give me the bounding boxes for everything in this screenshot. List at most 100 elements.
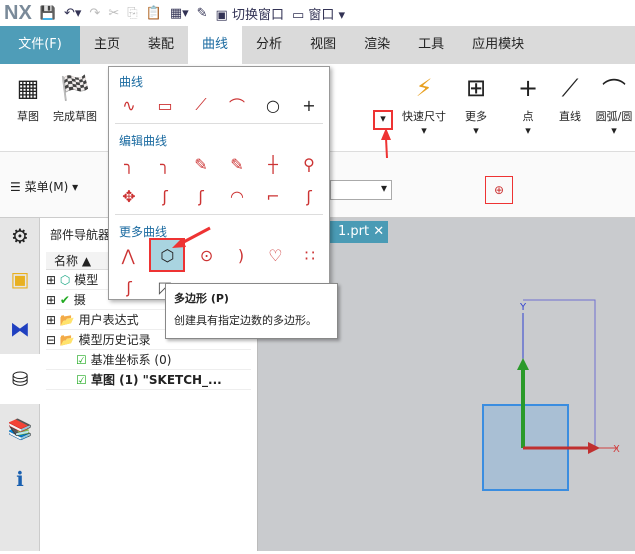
resize-chamfer-icon[interactable]: ⌐: [259, 182, 287, 210]
tab-tools[interactable]: 工具: [404, 26, 458, 64]
tab-applications[interactable]: 应用模块: [458, 26, 538, 64]
line-icon[interactable]: ⟋: [187, 91, 215, 119]
close-icon[interactable]: ✕: [373, 224, 384, 239]
arc-circle-button[interactable]: ⌒ 圆弧/圆 ▾: [592, 68, 635, 138]
x-axis-label: X: [613, 444, 620, 455]
tree-row[interactable]: ☑ 草图 (1) "SKETCH_...: [46, 370, 251, 390]
web-browser-icon[interactable]: ℹ: [0, 454, 40, 504]
y-axis-label: Y: [519, 302, 527, 313]
copy-icon[interactable]: ⎘: [127, 6, 137, 21]
menu-button[interactable]: ☰ 菜单(M) ▾: [10, 178, 78, 195]
circle-icon[interactable]: ○: [259, 91, 287, 119]
paste-icon[interactable]: 📋: [146, 6, 162, 21]
tab-file[interactable]: 文件(F): [0, 26, 80, 64]
tab-curve[interactable]: 曲线: [188, 26, 243, 64]
selection-filter-dropdown[interactable]: ▾: [330, 180, 392, 200]
more-button[interactable]: ⊞ 更多 ▾: [456, 68, 496, 137]
checkbox-checked-icon[interactable]: ☑: [76, 353, 87, 367]
quick-dimension-button[interactable]: ⚡ 快速尺寸 ▾: [398, 68, 450, 137]
more-icon: ⊞: [465, 74, 487, 102]
tab-home[interactable]: 主页: [80, 26, 134, 64]
section-edit-curve: 编辑曲线: [119, 134, 168, 148]
arc-label: 圆弧/圆: [595, 110, 633, 123]
more-label: 更多: [465, 110, 487, 123]
tree-row-label: 模型: [74, 273, 99, 287]
quick-dimension-label: 快速尺寸: [402, 110, 446, 123]
tree-row-label: 基准坐标系 (0): [90, 353, 172, 367]
reuse-library-icon[interactable]: 📚: [0, 404, 40, 454]
offset-move-icon[interactable]: ʃ: [151, 182, 179, 210]
tab-assembly[interactable]: 装配: [134, 26, 188, 64]
section-curve: 曲线: [119, 75, 144, 89]
tree-row-label: 草图 (1) "SKETCH_...: [90, 373, 222, 387]
mirror-curve-icon[interactable]: ʃ: [115, 273, 143, 301]
point-button[interactable]: + 点 ▾: [510, 68, 546, 137]
corner-icon[interactable]: ┼: [259, 150, 287, 178]
assembly-navigator-icon[interactable]: ▣: [0, 254, 40, 304]
tab-analysis[interactable]: 分析: [242, 26, 296, 64]
red-arrow-annotation: [381, 128, 391, 158]
snap-point-icon[interactable]: ⊕: [485, 176, 513, 204]
gallery-expand-button[interactable]: ▾: [373, 110, 393, 130]
save-icon[interactable]: 💾: [40, 6, 56, 21]
undo-icon[interactable]: ↶▾: [64, 6, 81, 21]
conic-icon[interactable]: ): [228, 241, 254, 269]
tooltip-title: 多边形 (P): [174, 292, 229, 305]
line-label: 直线: [559, 110, 581, 123]
dimension-icon: ⚡: [415, 74, 433, 102]
settings-gear-icon[interactable]: ⚙: [0, 218, 40, 254]
point-icon[interactable]: +: [295, 91, 323, 119]
window-label: 窗口: [308, 7, 335, 23]
sketch-button[interactable]: ▦ 草图: [10, 68, 46, 124]
redo-icon[interactable]: ↷: [89, 6, 100, 21]
menu-label: 菜单(M): [24, 180, 69, 194]
resize-radius-icon[interactable]: ◠: [223, 182, 251, 210]
tree-row-label: 模型历史记录: [78, 333, 151, 347]
resize-curve-icon[interactable]: ʃ: [187, 182, 215, 210]
constraint-navigator-icon[interactable]: ⧓: [0, 304, 40, 354]
section-more-curves: 更多曲线: [119, 225, 168, 239]
arc-icon[interactable]: ⌒: [223, 91, 251, 119]
tooltip: 多边形 (P) 创建具有指定边数的多边形。: [165, 283, 338, 339]
part-file-label: 1.prt: [338, 224, 370, 239]
studio-spline-icon[interactable]: ∿: [115, 91, 143, 119]
tree-row-label: 用户表达式: [78, 313, 139, 327]
shape-icon[interactable]: ♡: [262, 241, 288, 269]
tree-row[interactable]: ☑ 基准坐标系 (0): [46, 350, 251, 370]
cut-icon[interactable]: ✂: [108, 6, 119, 21]
quick-extend-icon[interactable]: ✎: [223, 150, 251, 178]
column-name-label: 名称: [54, 254, 79, 268]
offset-icon[interactable]: ⚲: [295, 150, 323, 178]
pattern-curve-icon[interactable]: ∷: [297, 241, 323, 269]
sketch-icon: ▦: [16, 74, 40, 102]
switch-window-label: 切换窗口: [231, 7, 284, 23]
arc-icon: ⌒: [602, 76, 626, 105]
menu-icon: ☰: [10, 180, 21, 194]
checkered-flag-icon: 🏁: [60, 74, 90, 102]
point-label: 点: [522, 110, 534, 123]
repeat-command-icon[interactable]: ✎: [197, 6, 208, 21]
chamfer-icon[interactable]: ╮: [151, 150, 179, 178]
rectangle-icon[interactable]: ▭: [151, 91, 179, 119]
checkbox-checked-icon[interactable]: ☑: [76, 373, 87, 387]
move-curve-icon[interactable]: ✥: [115, 182, 143, 210]
tab-render[interactable]: 渲染: [350, 26, 404, 64]
switch-window-button[interactable]: ▣ 切换窗口: [216, 4, 284, 23]
touch-mode-icon[interactable]: ▦▾: [170, 6, 189, 21]
nx-logo: NX: [4, 1, 32, 24]
red-arrow-annotation: [172, 226, 211, 248]
fillet-icon[interactable]: ╮: [115, 150, 143, 178]
window-button[interactable]: ▭ 窗口 ▾: [292, 4, 345, 23]
tree-row-label: 摄: [73, 293, 86, 307]
line-button[interactable]: ⟋ 直线: [552, 68, 588, 124]
delete-curve-icon[interactable]: ʃ: [295, 182, 323, 210]
finish-sketch-button[interactable]: 🏁 完成草图: [50, 68, 100, 124]
quick-trim-icon[interactable]: ✎: [187, 150, 215, 178]
polyline-icon[interactable]: ⋀: [115, 241, 141, 269]
point-icon: +: [517, 74, 539, 102]
tooltip-description: 创建具有指定边数的多边形。: [174, 314, 317, 327]
tab-view[interactable]: 视图: [296, 26, 350, 64]
part-navigator-icon[interactable]: ⛁: [0, 354, 40, 404]
sketch-label: 草图: [17, 110, 39, 123]
finish-sketch-label: 完成草图: [53, 110, 97, 123]
